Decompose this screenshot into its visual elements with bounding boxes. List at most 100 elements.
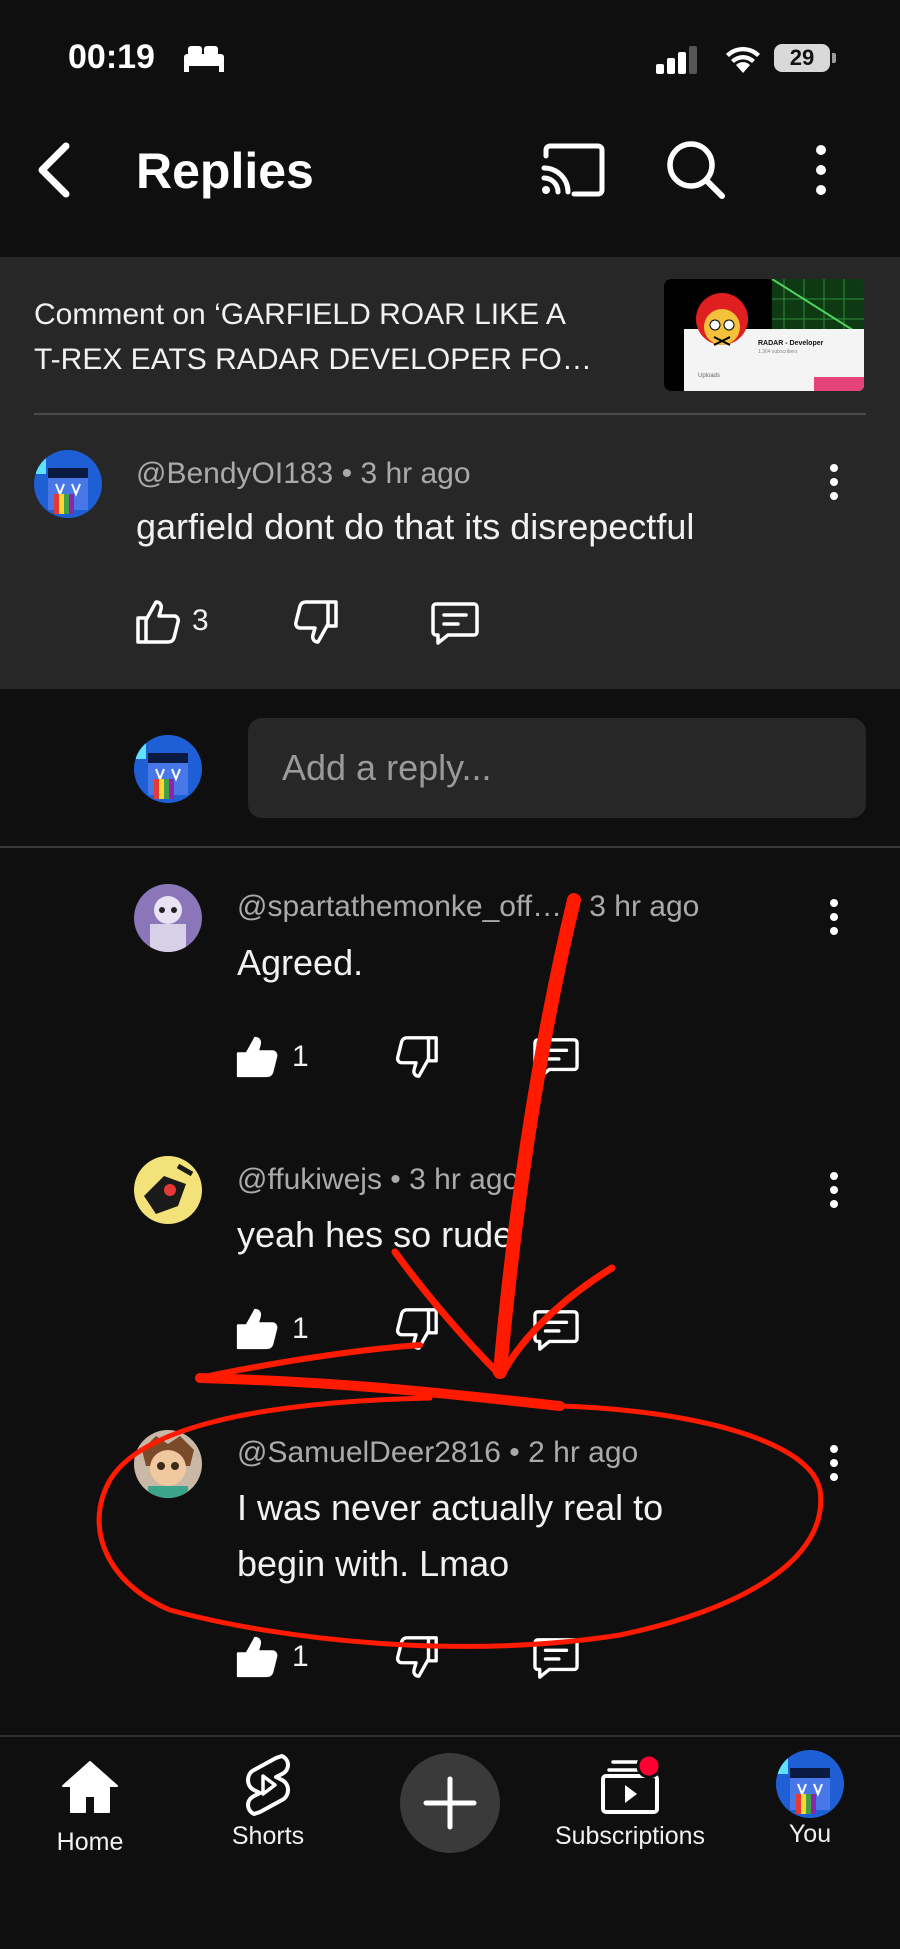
reply-icon	[533, 1038, 579, 1079]
comment-meta: @BendyOI183 • 3 hr ago	[136, 457, 471, 491]
more-vert-icon	[830, 1172, 838, 1208]
sleep-focus-icon	[182, 44, 226, 72]
comment-time: 3 hr ago	[409, 1163, 520, 1196]
like-button[interactable]	[234, 1034, 280, 1080]
battery-tip	[832, 53, 836, 63]
avatar	[134, 735, 202, 803]
status-time: 00:19	[68, 38, 155, 76]
like-button[interactable]	[234, 1634, 280, 1680]
nav-home[interactable]: Home	[40, 1758, 140, 1857]
more-options-button[interactable]	[800, 140, 842, 200]
divider	[0, 846, 900, 848]
video-reference[interactable]: Comment on ‘GARFIELD ROAR LIKE A T-REX E…	[34, 292, 644, 382]
nav-you[interactable]: You	[760, 1750, 860, 1849]
dislike-icon	[395, 1636, 438, 1678]
video-reference-line-1: Comment on ‘GARFIELD ROAR LIKE A	[34, 298, 566, 331]
dislike-button[interactable]	[292, 598, 340, 646]
home-icon	[62, 1761, 118, 1813]
plus-icon	[423, 1776, 477, 1830]
add-reply-input[interactable]	[248, 718, 866, 818]
comment-time: 2 hr ago	[528, 1436, 639, 1469]
notification-dot	[636, 1753, 662, 1779]
subscriptions-icon	[601, 1753, 662, 1814]
nav-you-label: You	[788, 1820, 832, 1848]
dislike-button[interactable]	[394, 1306, 440, 1352]
back-icon	[38, 142, 70, 198]
reply-button[interactable]	[532, 1036, 580, 1080]
avatar	[776, 1750, 844, 1818]
comment-meta: @SamuelDeer2816 • 2 hr ago	[237, 1436, 638, 1470]
nav-home-label: Home	[56, 1828, 124, 1856]
search-button[interactable]	[664, 138, 728, 202]
reply-icon	[533, 1638, 579, 1679]
like-icon	[236, 1636, 278, 1678]
dislike-button[interactable]	[394, 1634, 440, 1680]
search-icon	[667, 141, 725, 199]
like-button[interactable]	[234, 1306, 280, 1352]
video-thumbnail[interactable]: RADAR - Developer 1,364 subscribers Uplo…	[664, 279, 864, 391]
comment-time: 3 hr ago	[589, 890, 700, 923]
like-button[interactable]	[134, 598, 182, 646]
meta-separator: •	[390, 1163, 401, 1196]
more-vert-icon	[816, 145, 826, 195]
nav-shorts[interactable]: Shorts	[218, 1752, 318, 1851]
more-vert-icon	[830, 899, 838, 935]
create-button[interactable]	[400, 1753, 500, 1853]
shorts-icon	[246, 1754, 290, 1816]
like-count: 1	[292, 1040, 309, 1073]
thumb-channel-name: RADAR - Developer	[758, 340, 824, 347]
reply-icon	[431, 602, 479, 645]
comment-text: garfield dont do that its disrepectful	[136, 506, 695, 547]
meta-separator: •	[509, 1436, 520, 1469]
comment-time: 3 hr ago	[360, 457, 471, 490]
thumb-uploads: Uploads	[698, 373, 720, 379]
cast-button[interactable]	[540, 142, 606, 198]
like-icon	[136, 600, 180, 644]
nav-subscriptions[interactable]: Subscriptions	[540, 1752, 720, 1851]
divider	[34, 413, 866, 415]
like-count: 1	[292, 1312, 309, 1345]
comment-more-button[interactable]	[824, 462, 844, 502]
meta-separator: •	[570, 890, 581, 923]
cellular-signal-icon	[656, 46, 700, 74]
like-count: 1	[292, 1640, 309, 1673]
dislike-icon	[294, 600, 338, 644]
avatar[interactable]	[134, 884, 202, 952]
comment-author[interactable]: @BendyOI183	[136, 457, 333, 490]
comment-meta: @ffukiwejs • 3 hr ago	[237, 1163, 519, 1197]
page-title: Replies	[136, 143, 314, 199]
wifi-icon	[724, 44, 762, 74]
video-reference-line-2: T-REX EATS RADAR DEVELOPER FO…	[34, 343, 592, 376]
more-vert-icon	[830, 464, 838, 500]
comment-text-line-1: I was never actually real to	[237, 1487, 664, 1528]
like-icon	[236, 1036, 278, 1078]
dislike-icon	[395, 1036, 438, 1078]
nav-shorts-label: Shorts	[231, 1822, 305, 1850]
avatar[interactable]	[134, 1156, 202, 1224]
comment-more-button[interactable]	[824, 1170, 844, 1210]
comment-more-button[interactable]	[824, 1443, 844, 1483]
comment-text: yeah hes so rude	[237, 1214, 514, 1255]
reply-button[interactable]	[430, 600, 480, 646]
comment-meta: @spartathemonke_off… • 3 hr ago	[237, 890, 699, 924]
avatar[interactable]	[134, 1430, 202, 1498]
meta-separator: •	[341, 457, 353, 490]
dislike-icon	[395, 1308, 438, 1350]
back-button[interactable]	[30, 140, 80, 200]
nav-subscriptions-label: Subscriptions	[554, 1822, 706, 1850]
reply-button[interactable]	[532, 1308, 580, 1352]
more-vert-icon	[830, 1445, 838, 1481]
comment-author[interactable]: @spartathemonke_off…	[237, 890, 562, 923]
cast-icon	[541, 143, 605, 197]
like-icon	[236, 1308, 278, 1350]
comment-author[interactable]: @ffukiwejs	[237, 1163, 382, 1196]
avatar[interactable]	[34, 450, 102, 518]
comment-more-button[interactable]	[824, 897, 844, 937]
comment-text: I was never actually real to begin with.…	[237, 1480, 817, 1592]
comment-author[interactable]: @SamuelDeer2816	[237, 1436, 501, 1469]
like-count: 3	[192, 604, 209, 637]
thumb-subscribers: 1,364 subscribers	[758, 349, 798, 355]
comment-text: Agreed.	[237, 942, 364, 983]
dislike-button[interactable]	[394, 1034, 440, 1080]
reply-button[interactable]	[532, 1636, 580, 1680]
